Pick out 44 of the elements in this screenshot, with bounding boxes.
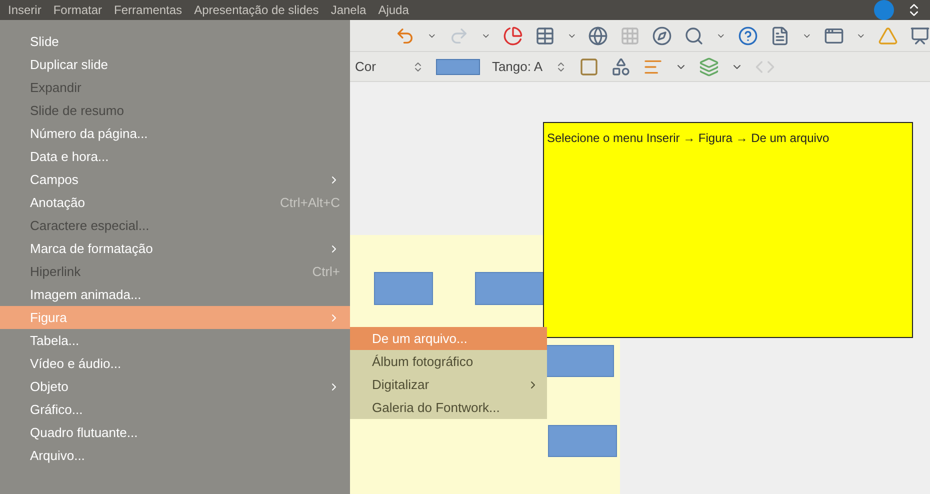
menu-entry[interactable]: Data e hora... — [0, 145, 350, 168]
palette-label[interactable]: Tango: A — [492, 56, 543, 76]
menu-entry[interactable]: Slide — [0, 30, 350, 53]
menu-item[interactable]: Ferramentas — [114, 1, 182, 19]
menu-entry[interactable]: Galeria do Fontwork... — [350, 396, 547, 419]
menu-item[interactable]: Ajuda — [378, 1, 409, 19]
menu-entry[interactable]: Vídeo e áudio... — [0, 352, 350, 375]
menu-entry[interactable]: Anotação Ctrl+Alt+C — [0, 191, 350, 214]
window-icon[interactable] — [824, 26, 844, 46]
chart-icon[interactable] — [502, 26, 523, 46]
menu-item[interactable]: Apresentação de slides — [194, 1, 319, 19]
globe-icon[interactable] — [588, 26, 608, 46]
note-text: Selecione o menu Inserir → Figura → De um arquivo — [547, 131, 830, 145]
shadow-icon[interactable] — [578, 56, 599, 76]
menu-entry[interactable]: Figura — [0, 306, 350, 329]
menu-entry[interactable]: De um arquivo... — [350, 327, 547, 350]
menu-entry[interactable]: Gráfico... — [0, 398, 350, 421]
menu-entry[interactable]: Número da página... — [0, 122, 350, 145]
menu-entry[interactable]: Campos — [0, 168, 350, 191]
rectangle-shape[interactable] — [544, 345, 614, 377]
undo-icon[interactable] — [395, 26, 415, 46]
document-icon[interactable] — [770, 26, 790, 46]
table-icon[interactable] — [534, 26, 555, 46]
menu-entry[interactable]: Arquivo... — [0, 444, 350, 467]
menu-entry[interactable]: Objeto — [0, 375, 350, 398]
menu-entry[interactable]: Digitalizar — [350, 373, 547, 396]
shapes-icon[interactable] — [610, 56, 631, 76]
color-swatch[interactable] — [436, 58, 480, 74]
menu-entry[interactable]: Imagem animada... — [0, 283, 350, 306]
menu-entry[interactable]: Tabela... — [0, 329, 350, 352]
help-icon[interactable] — [738, 26, 758, 46]
arrange-icon[interactable] — [698, 56, 719, 76]
logo-icon — [874, 0, 894, 20]
menu-item[interactable]: Janela — [330, 1, 366, 19]
compass-icon[interactable] — [652, 26, 672, 46]
menu-item[interactable]: Inserir — [8, 1, 42, 19]
presentation-icon[interactable] — [910, 26, 930, 46]
menu-item[interactable]: Formatar — [53, 1, 102, 19]
zoom-icon[interactable] — [684, 26, 704, 46]
fill-label: Cor — [355, 58, 376, 76]
menu-entry[interactable]: Álbum fotográfico — [350, 350, 547, 373]
menu-entry[interactable]: Quadro flutuante... — [0, 421, 350, 444]
menu-entry[interactable]: Marca de formatação — [0, 237, 350, 260]
menu-entry[interactable]: Duplicar slide — [0, 53, 350, 76]
